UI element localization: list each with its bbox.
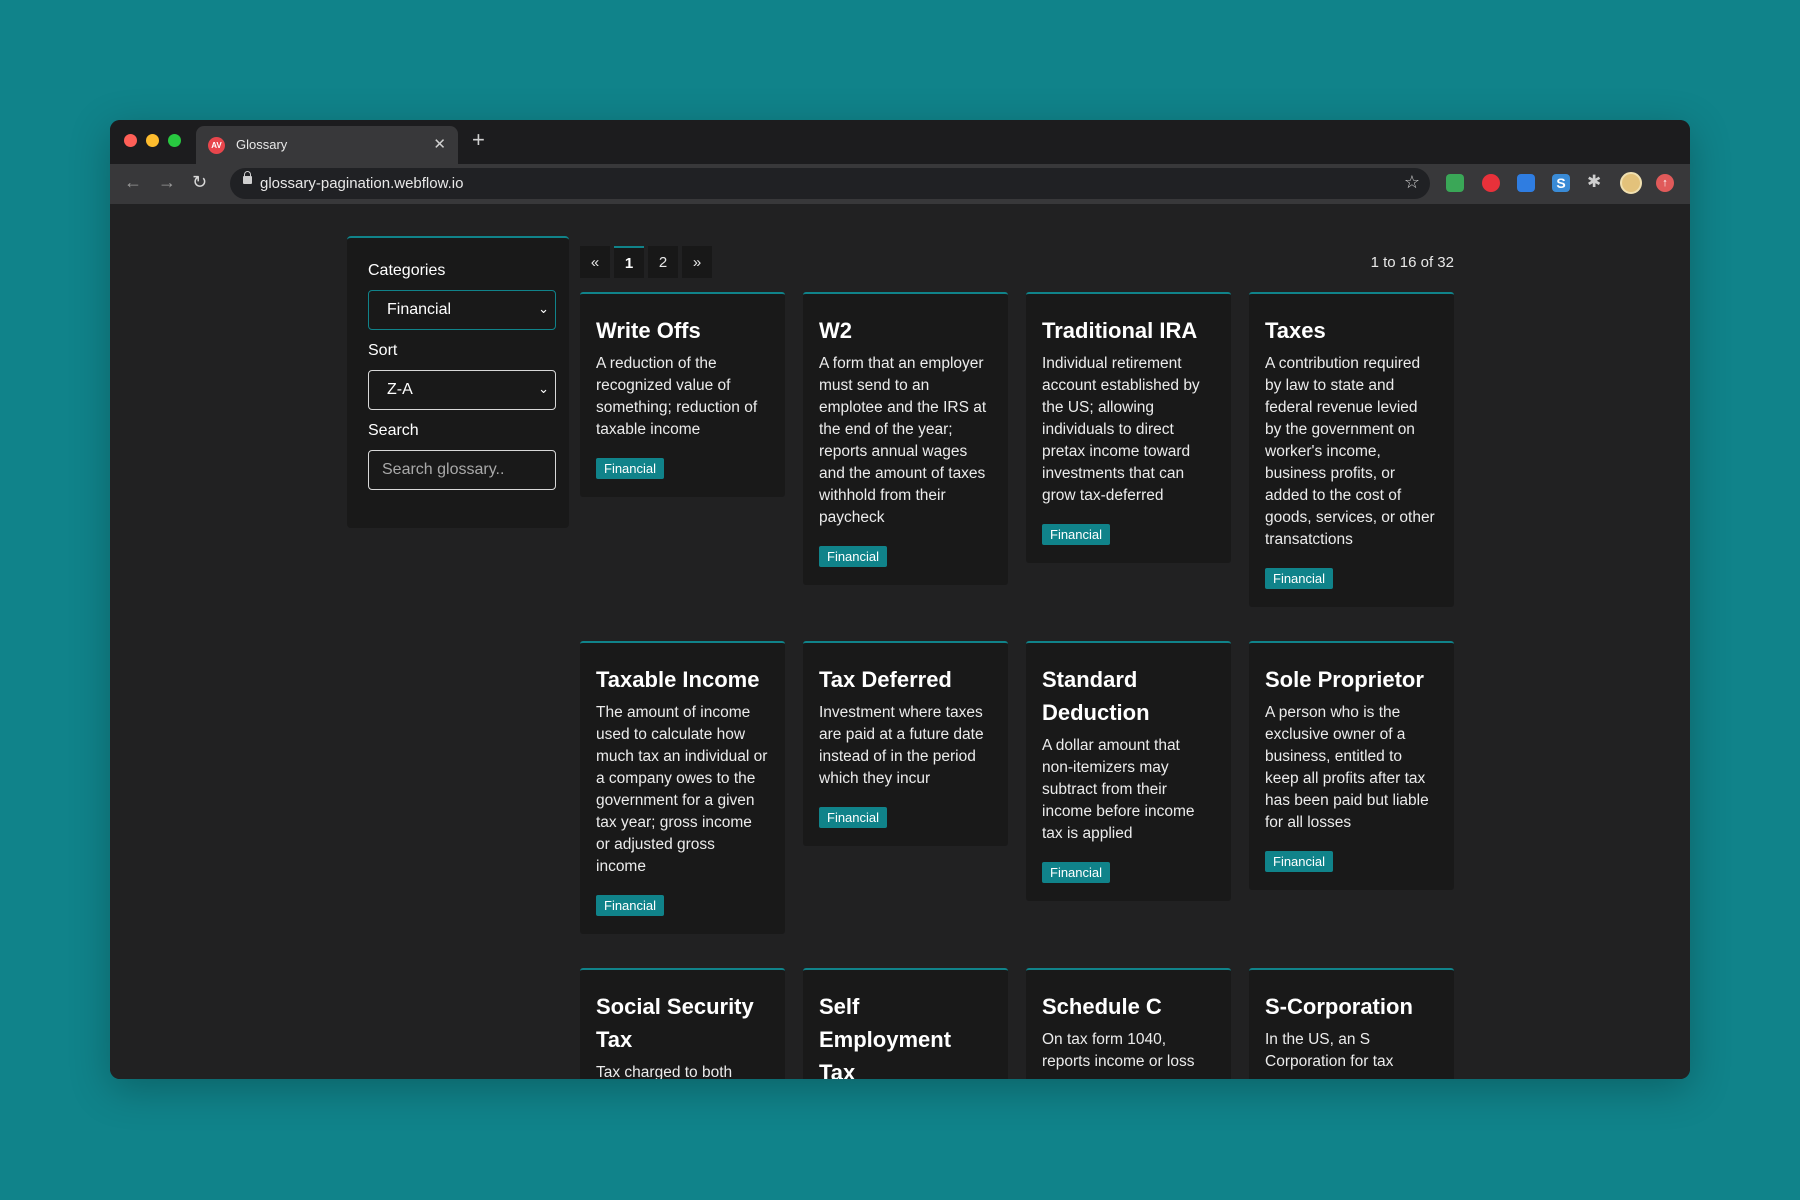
card-description: A form that an employer must send to an …: [819, 355, 987, 526]
category-badge: Financial: [596, 458, 665, 479]
category-badge: Financial: [819, 546, 888, 567]
card-title: Social Security Tax: [596, 994, 754, 1052]
card-description: A reduction of the recognized value of s…: [596, 355, 758, 438]
page-viewport: Categories Financial ⌄ Sort Z-A ⌄ Search…: [110, 204, 1690, 1079]
extension-s-icon[interactable]: S: [1552, 174, 1570, 192]
next-page-button[interactable]: »: [682, 246, 712, 278]
categories-label: Categories: [368, 262, 446, 279]
sort-value: Z-A: [387, 381, 413, 398]
browser-window: AV Glossary ✕ + ← → ↻ glossary-paginatio…: [110, 120, 1690, 1079]
lock-icon: [243, 171, 252, 184]
category-badge: Financial: [596, 895, 665, 916]
puzzle-icon[interactable]: ✱: [1587, 172, 1605, 191]
reload-icon[interactable]: ↻: [192, 172, 207, 193]
glossary-card[interactable]: Schedule C On tax form 1040, reports inc…: [1026, 968, 1231, 1079]
card-title: Taxable Income: [596, 667, 760, 692]
card-description: On tax form 1040, reports income or loss: [1042, 1031, 1195, 1070]
chevron-down-icon: ⌄: [538, 381, 549, 396]
close-window-button[interactable]: [124, 134, 137, 147]
card-description: The amount of income used to calculate h…: [596, 704, 768, 875]
card-description: A contribution required by law to state …: [1265, 355, 1435, 548]
card-title: W2: [819, 318, 852, 343]
categories-select[interactable]: Financial ⌄: [368, 290, 556, 330]
prev-page-button[interactable]: «: [580, 246, 610, 278]
glossary-card[interactable]: Standard Deduction A dollar amount that …: [1026, 641, 1231, 901]
page-2-button[interactable]: 2: [648, 246, 678, 278]
profile-avatar[interactable]: [1620, 172, 1642, 194]
card-title: Schedule C: [1042, 994, 1162, 1019]
glossary-card[interactable]: Self Employment Tax: [803, 968, 1008, 1079]
plus-icon[interactable]: +: [472, 127, 485, 153]
card-title: Tax Deferred: [819, 667, 952, 692]
glossary-card[interactable]: Write Offs A reduction of the recognized…: [580, 292, 785, 497]
card-title: Traditional IRA: [1042, 318, 1198, 343]
sort-label: Sort: [368, 342, 398, 359]
search-placeholder: Search glossary..: [382, 461, 505, 478]
minimize-window-button[interactable]: [146, 134, 159, 147]
tab-bar: AV Glossary ✕ +: [110, 120, 1690, 164]
address-bar[interactable]: glossary-pagination.webflow.io ☆: [230, 168, 1430, 199]
arrow-left-icon[interactable]: ←: [124, 172, 142, 193]
tab-title: Glossary: [236, 137, 288, 152]
card-title: Taxes: [1265, 318, 1326, 343]
extension-camera-icon[interactable]: [1517, 174, 1535, 192]
glossary-card[interactable]: Traditional IRA Individual retirement ac…: [1026, 292, 1231, 563]
browser-tab-glossary[interactable]: AV Glossary ✕: [196, 126, 458, 164]
card-title: Self Employment Tax: [819, 994, 952, 1079]
glossary-card[interactable]: W2 A form that an employer must send to …: [803, 292, 1008, 585]
category-badge: Financial: [819, 807, 888, 828]
card-title: Sole Proprietor: [1265, 667, 1424, 692]
glossary-card[interactable]: Taxable Income The amount of income used…: [580, 641, 785, 934]
categories-value: Financial: [387, 301, 452, 318]
search-label: Search: [368, 422, 419, 439]
maximize-window-button[interactable]: [168, 134, 181, 147]
card-description: Investment where taxes are paid at a fut…: [819, 704, 984, 787]
sort-select[interactable]: Z-A ⌄: [368, 370, 556, 410]
extension-red-icon[interactable]: [1482, 174, 1500, 192]
card-description: Individual retirement account establishe…: [1042, 355, 1200, 504]
category-badge: Financial: [1042, 862, 1111, 883]
card-title: Write Offs: [596, 318, 701, 343]
card-title: S-Corporation: [1265, 994, 1413, 1019]
card-description: In the US, an S Corporation for tax: [1265, 1031, 1394, 1070]
url-text[interactable]: glossary-pagination.webflow.io: [260, 175, 463, 192]
card-description: Tax charged to both: [596, 1064, 733, 1079]
browser-toolbar: ← → ↻ glossary-pagination.webflow.io ☆ S…: [110, 164, 1690, 204]
arrow-right-icon[interactable]: →: [158, 172, 176, 193]
glossary-card[interactable]: Tax Deferred Investment where taxes are …: [803, 641, 1008, 846]
category-badge: Financial: [1042, 524, 1111, 545]
search-input[interactable]: Search glossary..: [368, 450, 556, 490]
page-1-button[interactable]: 1: [614, 246, 644, 278]
close-icon[interactable]: ✕: [433, 135, 446, 153]
glossary-card[interactable]: Taxes A contribution required by law to …: [1249, 292, 1454, 607]
glossary-card[interactable]: Social Security Tax Tax charged to both: [580, 968, 785, 1079]
glossary-card[interactable]: Sole Proprietor A person who is the excl…: [1249, 641, 1454, 890]
card-description: A dollar amount that non-itemizers may s…: [1042, 737, 1195, 842]
update-icon[interactable]: ↑: [1656, 174, 1674, 192]
filter-sidebar: Categories Financial ⌄ Sort Z-A ⌄ Search…: [347, 236, 569, 528]
star-icon[interactable]: ☆: [1404, 172, 1420, 193]
extension-green-icon[interactable]: [1446, 174, 1464, 192]
results-count: 1 to 16 of 32: [1370, 254, 1454, 271]
category-badge: Financial: [1265, 851, 1334, 872]
chevron-down-icon: ⌄: [538, 301, 549, 316]
card-title: Standard Deduction: [1042, 667, 1150, 725]
glossary-card[interactable]: S-Corporation In the US, an S Corporatio…: [1249, 968, 1454, 1079]
category-badge: Financial: [1265, 568, 1334, 589]
card-description: A person who is the exclusive owner of a…: [1265, 704, 1429, 831]
favicon-icon: AV: [208, 137, 225, 154]
